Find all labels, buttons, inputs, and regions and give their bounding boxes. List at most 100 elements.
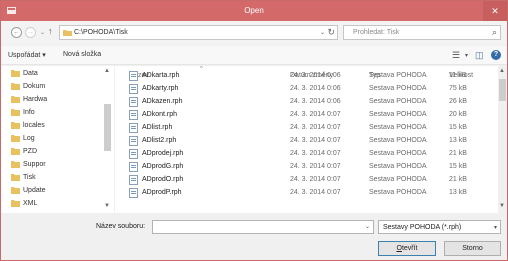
nav-item-tisk[interactable]: Tisk	[11, 173, 36, 185]
file-row[interactable]: ADprodej.rph 24. 3. 2014 0:07 Sestava POHO…	[115, 148, 498, 160]
file-row[interactable]: ADprodO.rph 24. 3. 2014 0:07 Sestava POHOD…	[115, 174, 498, 186]
nav-item-dokum[interactable]: Dokum	[11, 82, 45, 94]
close-icon[interactable]: ✕	[483, 1, 507, 21]
file-row[interactable]: ADlist.rph 24. 3. 2014 0:07 Sestava POHODA…	[115, 122, 498, 134]
navigation-scrollbar[interactable]: ▲ ▼	[103, 66, 112, 213]
nav-item-label: Data	[23, 69, 38, 77]
back-arrow-icon[interactable]: ←	[11, 27, 22, 38]
organize-button[interactable]: Uspořádat ▾	[8, 51, 46, 59]
scroll-up-icon[interactable]: ▲	[104, 68, 110, 74]
view-options-icon[interactable]: ☰	[452, 50, 460, 61]
file-type-value: Sestavy POHODA (*.rph)	[383, 224, 462, 231]
scroll-up-icon[interactable]: ▲	[499, 68, 505, 74]
nav-item-label: Log	[23, 134, 35, 142]
nav-item-update[interactable]: Update	[11, 186, 46, 198]
file-size: 13 kB	[449, 137, 467, 144]
filename-input[interactable]: ⌄	[152, 220, 374, 234]
forward-arrow-icon[interactable]: →	[25, 27, 36, 38]
file-size: 15 kB	[449, 163, 467, 170]
file-type: Sestava POHODA	[369, 85, 427, 92]
file-row[interactable]: ADkarty.rph 24. 3. 2014 0:06 Sestava POHOD…	[115, 83, 498, 95]
file-row[interactable]: ADlist2.rph 24. 3. 2014 0:07 Sestava POHOD…	[115, 135, 498, 147]
nav-item-suppor[interactable]: Suppor	[11, 160, 46, 172]
file-name: ADkarta.rph	[142, 72, 180, 79]
address-path: C:\POHODA\Tisk	[74, 29, 128, 36]
nav-item-label: Dokum	[23, 82, 46, 90]
nav-item-hardwa[interactable]: Hardwa	[11, 95, 47, 107]
scroll-down-icon[interactable]: ▼	[499, 203, 505, 209]
cancel-button[interactable]: Storno	[444, 241, 501, 256]
file-date: 24. 3. 2014 0:07	[290, 150, 341, 157]
file-name: ADkazen.rph	[142, 98, 183, 105]
file-list: ^ Název Datum změny Typ Velikost ADkarta…	[115, 66, 498, 213]
file-list-scrollbar[interactable]: ▲ ▼	[498, 66, 507, 213]
report-file-icon	[129, 175, 138, 185]
file-type: Sestava POHODA	[369, 137, 427, 144]
recent-locations-dropdown-icon[interactable]: ⌄	[40, 29, 45, 36]
title-bar[interactable]: Open ✕	[1, 1, 507, 21]
folder-icon	[11, 187, 20, 194]
file-date: 24. 3. 2014 0:07	[290, 189, 341, 196]
file-row[interactable]: ADkont.rph 24. 3. 2014 0:07 Sestava POHODA…	[115, 109, 498, 121]
search-placeholder: Prohledat: Tisk	[353, 29, 400, 36]
file-type: Sestava POHODA	[369, 124, 427, 131]
nav-item-log[interactable]: Log	[11, 134, 35, 146]
help-icon[interactable]: ?	[491, 50, 501, 60]
file-row[interactable]: ADprodG.rph 24. 3. 2014 0:07 Sestava POHOD…	[115, 161, 498, 173]
open-button[interactable]: Otevřít	[378, 241, 436, 256]
file-type-select[interactable]: Sestavy POHODA (*.rph) ▾	[378, 220, 501, 234]
file-name: ADprodej.rph	[142, 150, 184, 157]
file-type: Sestava POHODA	[369, 111, 427, 118]
file-size: 75 kB	[449, 85, 467, 92]
file-type: Sestava POHODA	[369, 150, 427, 157]
nav-item-label: Info	[23, 108, 35, 116]
folder-icon	[11, 200, 20, 207]
filename-dropdown-icon[interactable]: ⌄	[365, 223, 370, 230]
file-type: Sestava POHODA	[369, 72, 427, 79]
file-size: 15 kB	[449, 124, 467, 131]
preview-pane-icon[interactable]: ◫	[475, 50, 484, 61]
file-size: 21 kB	[449, 150, 467, 157]
address-row: ← → ⌄ ↑ C:\POHODA\Tisk ⌄ ↻ Prohledat: Ti…	[1, 21, 507, 45]
search-input[interactable]: Prohledat: Tisk ⌕	[343, 25, 501, 40]
new-folder-button[interactable]: Nová složka	[63, 51, 101, 58]
file-name: ADkont.rph	[142, 111, 178, 118]
file-row[interactable]: ADkazen.rph 24. 3. 2014 0:06 Sestava POHOD…	[115, 96, 498, 108]
report-file-icon	[129, 110, 138, 120]
up-arrow-icon[interactable]: ↑	[48, 26, 53, 36]
folder-icon	[11, 70, 20, 77]
nav-item-pzd[interactable]: PZD	[11, 147, 37, 159]
file-date: 24. 3. 2014 0:06	[290, 98, 341, 105]
folder-icon	[11, 135, 20, 142]
window-title: Open	[244, 6, 264, 15]
search-icon[interactable]: ⌕	[492, 27, 497, 38]
nav-item-label: Hardwa	[23, 95, 48, 103]
nav-item-label: locales	[23, 121, 45, 129]
file-size: 21 kB	[449, 176, 467, 183]
scroll-thumb[interactable]	[104, 104, 111, 151]
scroll-down-icon[interactable]: ▼	[104, 203, 110, 209]
file-date: 24. 3. 2014 0:07	[290, 124, 341, 131]
view-options-dropdown-icon[interactable]: ▾	[465, 52, 468, 59]
refresh-icon[interactable]: ↻	[327, 27, 335, 38]
file-type: Sestava POHODA	[369, 163, 427, 170]
file-name: ADprodP.rph	[142, 189, 182, 196]
file-type-dropdown-icon[interactable]: ▾	[494, 224, 497, 231]
file-row[interactable]: ADprodP.rph 24. 3. 2014 0:07 Sestava POHOD…	[115, 187, 498, 199]
file-date: 24. 3. 2014 0:07	[290, 137, 341, 144]
file-row[interactable]: ADkarta.rph 24. 3. 2014 0:06 Sestava POHOD…	[115, 70, 498, 82]
nav-item-locales[interactable]: locales	[11, 121, 45, 133]
scroll-thumb[interactable]	[499, 79, 506, 101]
file-name: ADprodG.rph	[142, 163, 184, 170]
file-type: Sestava POHODA	[369, 98, 427, 105]
nav-item-data[interactable]: Data	[11, 69, 38, 81]
address-dropdown-icon[interactable]: ⌄	[320, 29, 325, 36]
nav-item-info[interactable]: Info	[11, 108, 35, 120]
address-bar[interactable]: C:\POHODA\Tisk ⌄ ↻	[59, 25, 338, 40]
file-size: 11 kB	[449, 72, 467, 79]
file-date: 24. 3. 2014 0:06	[290, 85, 341, 92]
nav-item-xml[interactable]: XML	[11, 199, 37, 211]
file-type: Sestava POHODA	[369, 189, 427, 196]
report-file-icon	[129, 97, 138, 107]
report-file-icon	[129, 123, 138, 133]
